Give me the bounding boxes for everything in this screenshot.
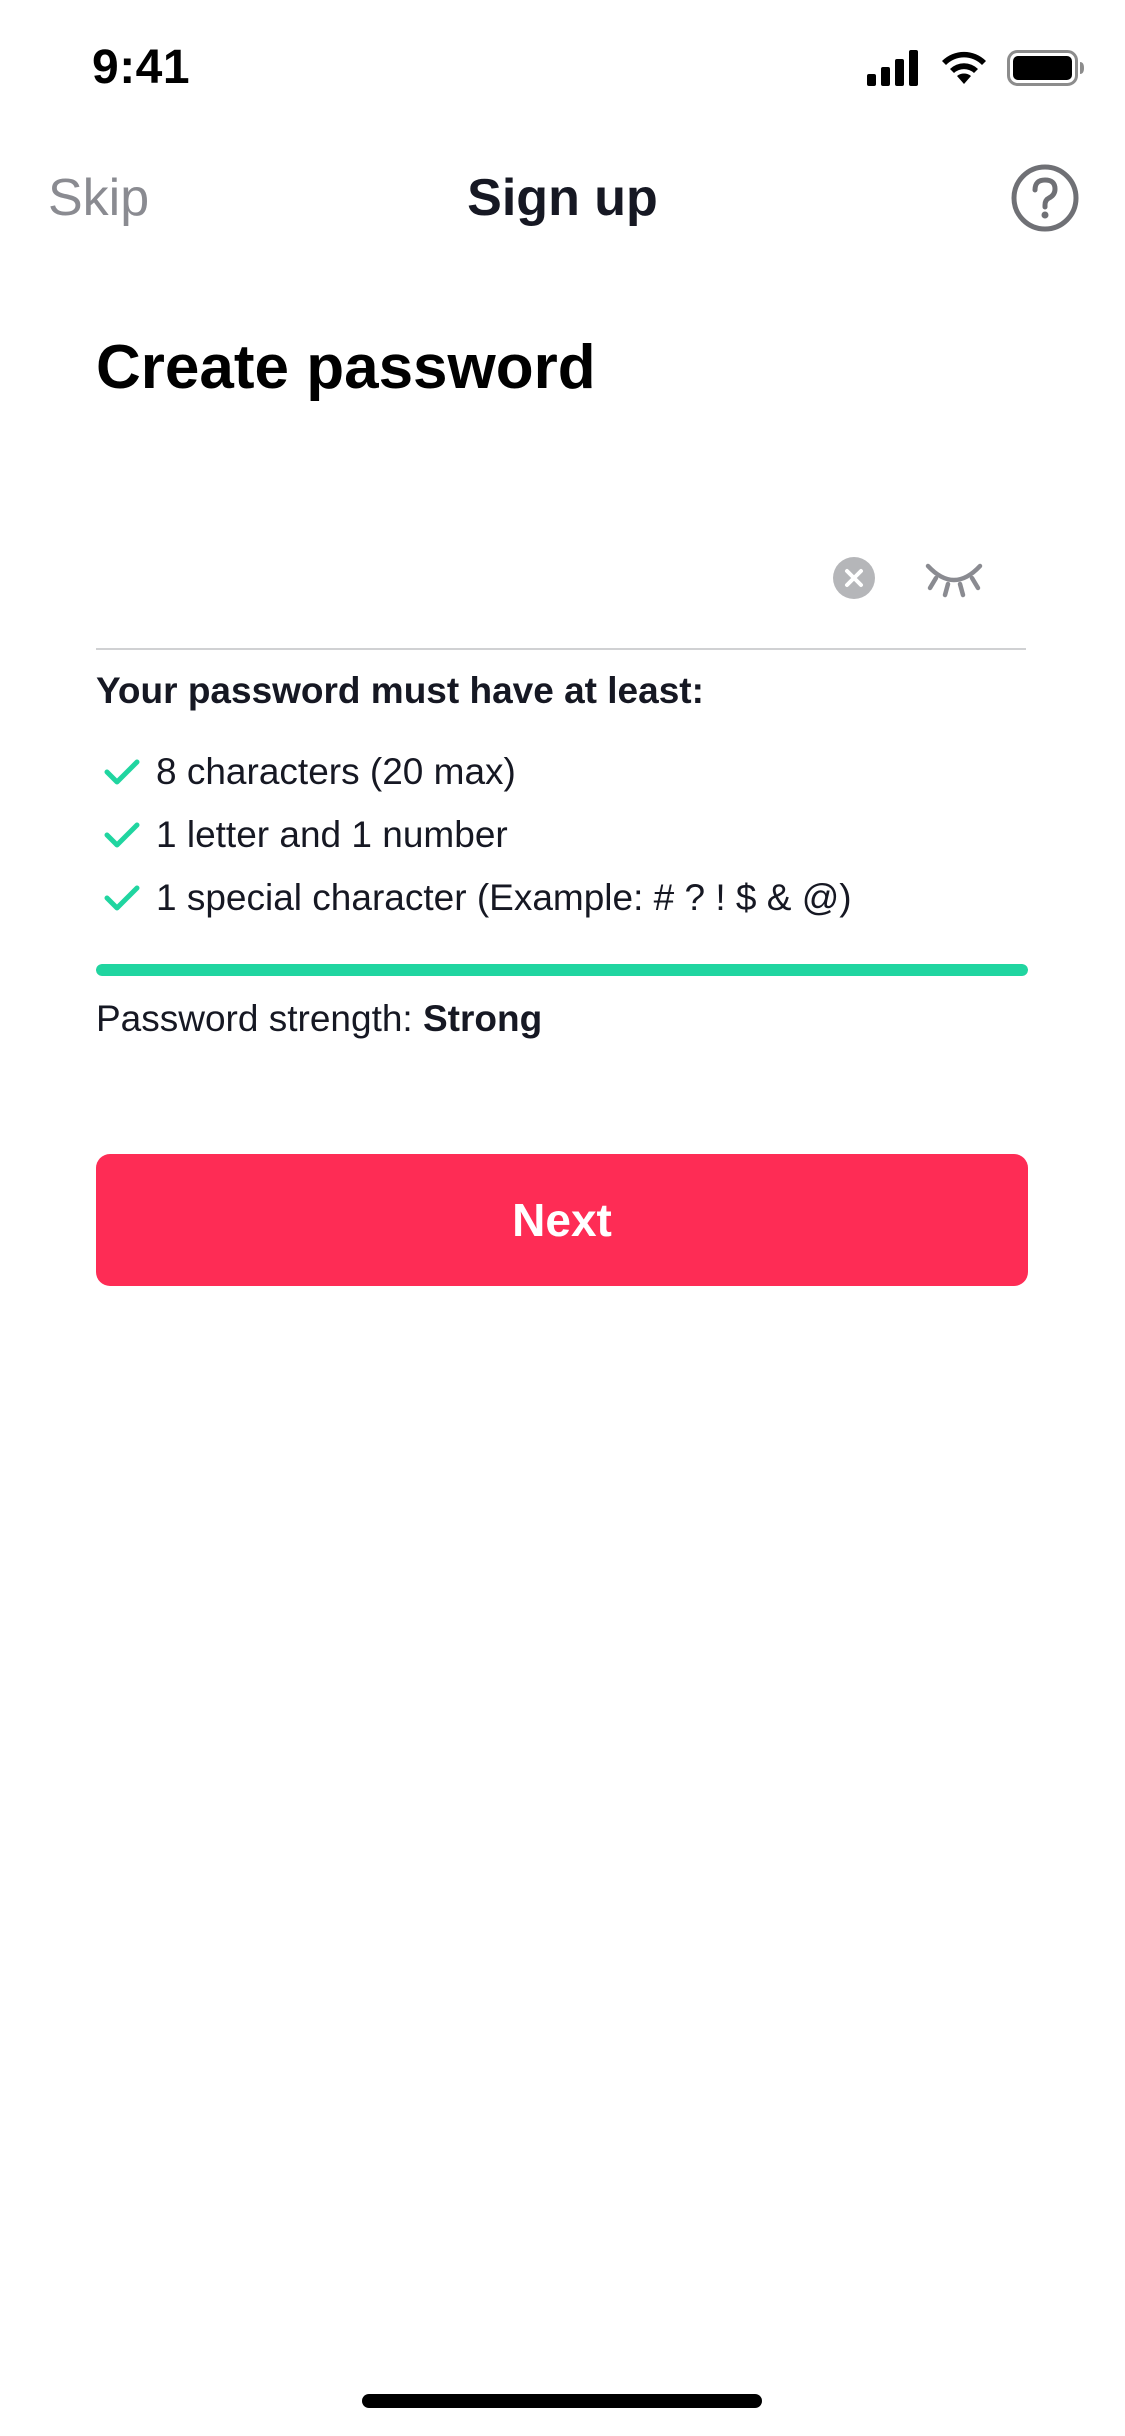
rule-item: 8 characters (20 max) [96, 740, 1026, 803]
next-button[interactable]: Next [96, 1154, 1028, 1286]
status-icons [867, 48, 1085, 88]
checkmark-icon [104, 759, 140, 784]
rule-item: 1 letter and 1 number [96, 803, 1026, 866]
strength-value: Strong [422, 998, 543, 1039]
status-bar: 9:41 [0, 0, 1125, 132]
eye-closed-icon[interactable] [924, 558, 984, 598]
nav-title: Sign up [467, 169, 658, 227]
question-circle-icon[interactable] [1009, 162, 1081, 234]
nav-bar: Skip Sign up [0, 150, 1125, 246]
strength-text: Password strength: Strong [96, 998, 542, 1040]
rules-heading: Your password must have at least: [96, 670, 704, 711]
page-title: Create password [96, 333, 596, 402]
rule-label: 1 letter and 1 number [156, 813, 508, 855]
home-indicator [362, 2394, 762, 2408]
strength-fill [96, 964, 1028, 976]
status-time: 9:41 [92, 41, 191, 94]
rules-list: 8 characters (20 max) 1 letter and 1 num… [96, 740, 1026, 929]
password-input[interactable] [96, 540, 800, 622]
rule-item: 1 special character (Example: # ? ! $ & … [96, 866, 1026, 929]
checkmark-icon [104, 885, 140, 910]
password-field [96, 520, 1026, 650]
clear-circle-icon[interactable] [832, 556, 876, 600]
battery-icon [1007, 50, 1084, 86]
rule-label: 8 characters (20 max) [156, 750, 516, 792]
strength-bar [96, 964, 1028, 976]
wifi-icon [942, 51, 986, 84]
strength-label: Password strength: [96, 998, 423, 1039]
checkmark-icon [104, 822, 140, 847]
rule-label: 1 special character (Example: # ? ! $ & … [156, 876, 852, 918]
cellular-signal-icon [867, 50, 918, 86]
